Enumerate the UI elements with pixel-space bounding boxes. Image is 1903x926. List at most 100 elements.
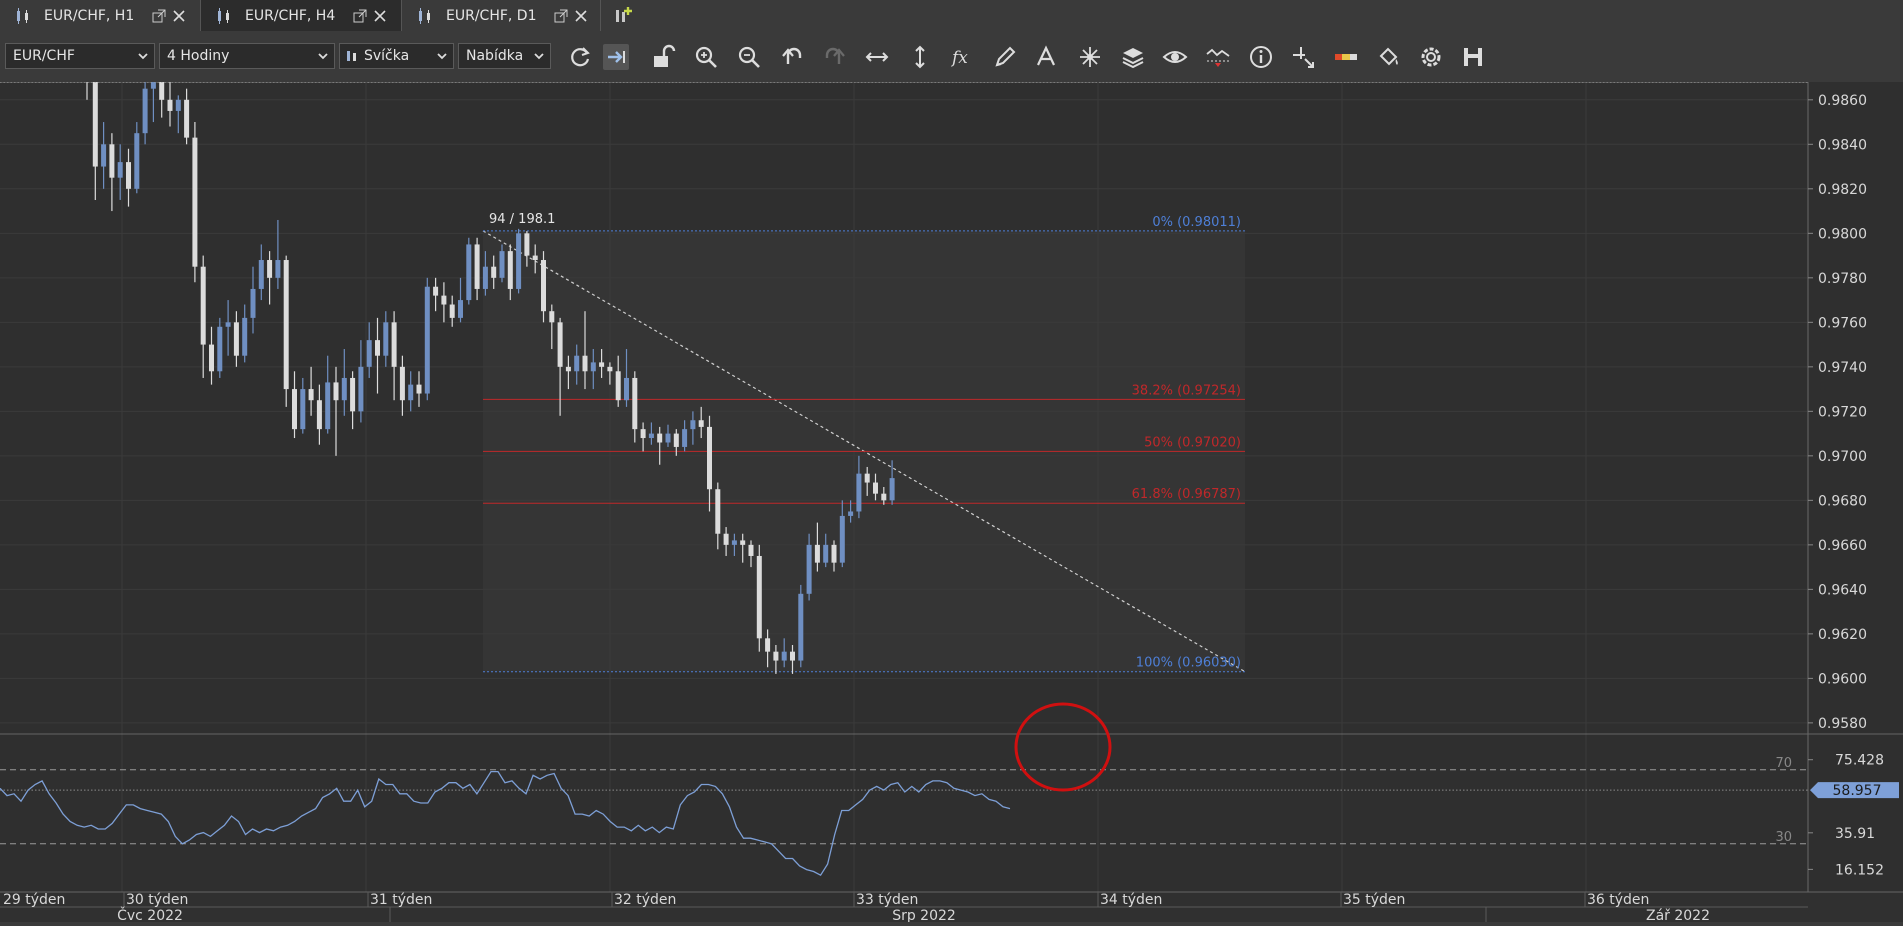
tab-label: EUR/CHF, H1	[44, 7, 135, 24]
candle-body	[516, 233, 522, 289]
candlestick-icon	[419, 7, 430, 24]
zoom-in-icon[interactable]	[693, 44, 719, 70]
candlestick-icon	[17, 7, 28, 24]
tab-eurchf-d1[interactable]: EUR/CHF, D1	[402, 0, 601, 31]
horizontal-arrows-icon[interactable]	[864, 44, 890, 70]
week-label: 33 týden	[856, 892, 918, 908]
eye-icon[interactable]	[1162, 44, 1188, 70]
tab-eurchf-h1[interactable]: EUR/CHF, H1	[0, 0, 201, 31]
text-icon[interactable]	[1034, 44, 1060, 70]
popout-icon[interactable]	[152, 9, 166, 23]
fib-level-label: 38.2% (0.97254)	[1132, 383, 1241, 398]
close-icon[interactable]	[574, 9, 588, 23]
candle-body	[416, 384, 422, 394]
info-icon[interactable]	[1248, 44, 1274, 70]
candle-body	[109, 144, 115, 178]
pencil-icon[interactable]	[992, 44, 1018, 70]
close-icon[interactable]	[172, 9, 186, 23]
price-axis-label: 0.9740	[1818, 360, 1867, 376]
tab-label: EUR/CHF, D1	[446, 7, 537, 24]
rsi-pane[interactable]: 70 30 75.428 35.91 16.152 58.957	[0, 733, 1903, 878]
candle-body	[316, 400, 322, 430]
crosshair-icon[interactable]	[1290, 44, 1316, 70]
candle-body	[839, 515, 845, 563]
price-axis-label: 0.9680	[1818, 493, 1867, 509]
vertical-arrows-icon[interactable]	[907, 44, 933, 70]
candle-body	[889, 478, 895, 501]
candle-type-icon	[347, 51, 356, 61]
candle-body	[333, 382, 339, 401]
add-chart-icon[interactable]	[612, 4, 636, 28]
zoom-out-icon[interactable]	[736, 44, 762, 70]
candle-body	[167, 99, 173, 111]
candle-body	[507, 251, 513, 289]
chart-canvas[interactable]: 94 / 198.1 0% (0.98011) 38.2% (0.97254) 50…	[0, 82, 1903, 922]
popout-icon[interactable]	[353, 9, 367, 23]
close-icon[interactable]	[373, 9, 387, 23]
candle-body	[126, 162, 131, 189]
redo-icon[interactable]	[822, 44, 848, 70]
candle-body	[267, 260, 273, 278]
price-axis-label: 0.9820	[1818, 182, 1867, 198]
settings-icon[interactable]	[1418, 44, 1444, 70]
candle-body	[258, 260, 264, 289]
candle-body	[864, 473, 870, 483]
fib-level-label: 0% (0.98011)	[1152, 215, 1241, 230]
popout-icon[interactable]	[554, 9, 568, 23]
candle-body	[565, 366, 571, 372]
save-icon[interactable]	[1460, 44, 1486, 70]
unlock-icon[interactable]	[650, 44, 676, 70]
layers-icon[interactable]	[1120, 44, 1146, 70]
rsi-level-70-label: 70	[1775, 756, 1792, 771]
candle-body	[632, 377, 638, 430]
fx-icon[interactable]: fx	[950, 44, 976, 70]
candle-body	[449, 304, 455, 318]
candle-body	[101, 144, 107, 167]
rsi-axis-label: 35.91	[1835, 826, 1875, 842]
rsi-line	[0, 770, 1011, 877]
fibonacci-retracement[interactable]: 94 / 198.1 0% (0.98011) 38.2% (0.97254) 50…	[482, 212, 1246, 673]
candle-body	[665, 433, 671, 443]
auto-shift-icon[interactable]	[603, 44, 629, 70]
candle-body	[856, 473, 862, 512]
candle-body	[142, 88, 148, 134]
candle-body	[524, 233, 530, 256]
candle-body	[466, 244, 472, 301]
candle-body	[748, 544, 754, 556]
candle-body	[300, 389, 306, 430]
instrument-select[interactable]: EUR/CHF	[5, 43, 155, 69]
candle-body	[715, 489, 721, 534]
candle-body	[159, 82, 165, 100]
paint-bucket-icon[interactable]	[1376, 44, 1402, 70]
ruler-icon[interactable]	[1333, 44, 1359, 70]
fib-level-label: 61.8% (0.96787)	[1132, 487, 1241, 502]
candle-body	[474, 244, 480, 289]
price-axis-label: 0.9800	[1818, 226, 1867, 242]
time-axis[interactable]: 29 týden 30 týden 31 týden 32 týden 33 týden…	[0, 891, 1903, 922]
week-label: 29 týden	[3, 892, 65, 908]
period-select[interactable]: 4 Hodiny	[159, 43, 335, 69]
period-value: 4 Hodiny	[167, 48, 230, 64]
chevron-down-icon	[138, 53, 148, 60]
candle-body	[640, 429, 646, 439]
price-axis-label: 0.9660	[1818, 538, 1867, 554]
refresh-icon[interactable]	[567, 44, 593, 70]
candle-body	[175, 99, 181, 111]
month-label: Čvc 2022	[117, 906, 183, 922]
week-label: 31 týden	[370, 892, 432, 908]
price-side-select[interactable]: Nabídka	[458, 43, 551, 69]
candle-body	[682, 429, 688, 447]
candle-body	[242, 317, 248, 356]
candle-body	[790, 651, 795, 661]
candle-body	[873, 482, 878, 494]
undo-icon[interactable]	[779, 44, 805, 70]
candle-body	[624, 377, 629, 401]
candle-body	[549, 311, 555, 323]
star-tool-icon[interactable]	[1077, 44, 1103, 70]
candle-body	[690, 420, 696, 430]
chart-type-select[interactable]: Svíčka	[339, 43, 454, 69]
tab-eurchf-h4[interactable]: EUR/CHF, H4	[201, 0, 402, 31]
candle-body	[391, 322, 397, 367]
candle-body	[424, 286, 430, 394]
indicator-icon[interactable]	[1205, 44, 1231, 70]
